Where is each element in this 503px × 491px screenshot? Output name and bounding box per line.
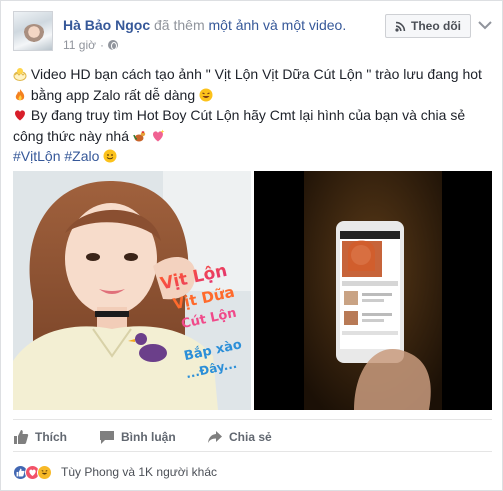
text-line: By đang truy tìm Hot Boy Cút Lộn hãy Cmt…: [13, 105, 498, 126]
selfie-photo: Vịt Lộn Vịt Dữa Cút Lộn Bắp xào ...Đây..…: [13, 171, 251, 410]
chevron-down-icon[interactable]: [478, 20, 492, 30]
post-header: Hà Bảo Ngọc đã thêm một ảnh và một video…: [63, 17, 346, 33]
post-text: Video HD bạn cách tạo ảnh " Vịt Lộn Vịt …: [13, 64, 498, 167]
divider: [13, 419, 492, 420]
rss-icon: [395, 21, 406, 32]
post-card: Hà Bảo Ngọc đã thêm một ảnh và một video…: [0, 0, 503, 491]
globe-icon: [108, 40, 118, 50]
text-line: công thức này nhá: [13, 126, 498, 147]
fire-emoji-icon: [15, 88, 25, 100]
thumbs-up-icon: [14, 430, 29, 444]
smile-emoji-icon: [103, 149, 117, 163]
laughing-emoji-icon: [199, 88, 213, 101]
reaction-summary-text[interactable]: Tùy Phong và 1K người khác: [61, 465, 217, 479]
haha-reaction-icon: [37, 464, 52, 480]
chick-emoji-icon: [13, 68, 27, 81]
comment-button[interactable]: Bình luận: [99, 429, 176, 445]
post-video[interactable]: [254, 171, 492, 410]
timestamp[interactable]: 11 giờ: [63, 38, 96, 52]
comment-icon: [100, 431, 114, 444]
post-photo[interactable]: Vịt Lộn Vịt Dữa Cút Lộn Bắp xào ...Đây..…: [13, 171, 251, 410]
text-line: bằng app Zalo rất dễ dàng: [13, 85, 498, 106]
heart-emoji-icon: [15, 110, 25, 121]
follow-button[interactable]: Theo dõi: [385, 14, 471, 38]
hashtag-link[interactable]: #VịtLộn: [13, 148, 60, 164]
sparkling-heart-emoji-icon: [152, 129, 165, 141]
like-button[interactable]: Thích: [13, 429, 67, 445]
follow-label: Theo dõi: [411, 19, 461, 33]
action-link[interactable]: một ảnh và một video.: [209, 17, 347, 33]
share-icon: [208, 431, 222, 443]
action-text: đã thêm: [154, 17, 205, 33]
comment-label: Bình luận: [121, 430, 176, 444]
hashtag-link[interactable]: #Zalo: [64, 148, 99, 164]
reactions-summary[interactable]: Tùy Phong và 1K người khác: [13, 460, 492, 484]
like-label: Thích: [35, 430, 67, 444]
text-line: Video HD bạn cách tạo ảnh " Vịt Lộn Vịt …: [13, 64, 498, 85]
post-meta: 11 giờ ·: [63, 38, 118, 52]
reaction-icons: [13, 464, 52, 480]
author-name[interactable]: Hà Bảo Ngọc: [63, 17, 150, 33]
share-button[interactable]: Chia sẻ: [207, 429, 272, 445]
author-avatar[interactable]: [13, 11, 53, 51]
divider: [13, 451, 492, 452]
text-line: #VịtLộn #Zalo: [13, 146, 498, 167]
share-label: Chia sẻ: [229, 430, 272, 444]
video-thumbnail: [304, 171, 442, 410]
rooster-emoji-icon: [133, 130, 146, 141]
